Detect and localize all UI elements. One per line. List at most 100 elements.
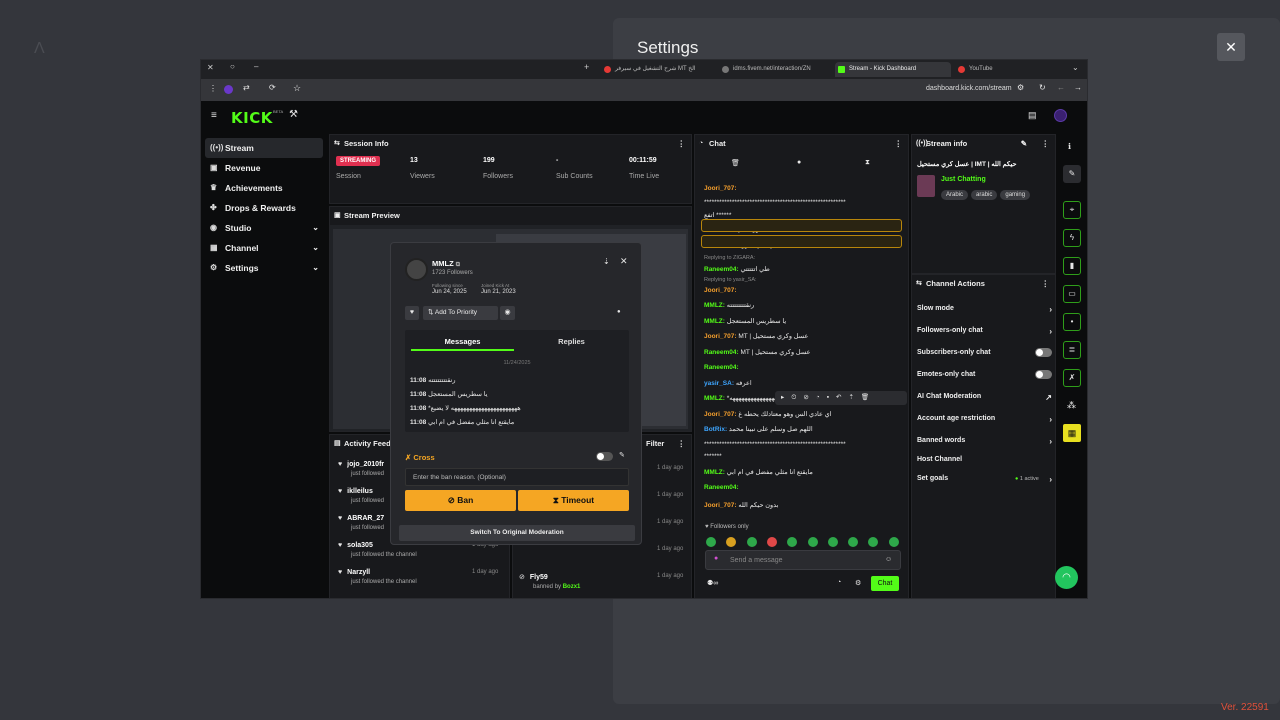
chat-username[interactable]: Raneem04: xyxy=(704,364,739,371)
sidebar-item-channel[interactable]: ▦ Channel ⌄ xyxy=(205,238,323,258)
chat-username[interactable]: MMLZ: xyxy=(704,318,725,325)
chat-settings-icon[interactable]: ◔ xyxy=(837,579,841,586)
subscribers-only-toggle[interactable] xyxy=(1035,348,1052,357)
hamburger-icon[interactable]: ≡ xyxy=(211,110,217,121)
emote-icon[interactable] xyxy=(766,537,777,547)
chat-username[interactable]: Raneem04: xyxy=(704,266,739,273)
gear-icon[interactable]: ⚙ xyxy=(855,579,861,587)
emote-icon[interactable] xyxy=(827,537,838,547)
ai-chat-moderation[interactable]: AI Chat Moderation ↗ xyxy=(917,393,1052,402)
close-icon[interactable]: ✕ xyxy=(620,256,628,267)
hourglass-icon[interactable]: ⧗ xyxy=(865,159,870,167)
emote-icon[interactable] xyxy=(807,537,818,547)
raid-icon[interactable]: ⌖ xyxy=(1063,201,1081,219)
more-icon[interactable]: ⋮ xyxy=(1042,135,1050,153)
follow-heart-button[interactable]: ♥ xyxy=(405,306,419,320)
gift-icon[interactable]: ▦ xyxy=(1063,424,1081,442)
host-channel[interactable]: Host Channel xyxy=(917,456,1052,463)
broadcast-icon[interactable]: • xyxy=(1063,313,1081,331)
notifications-icon[interactable]: ▤ xyxy=(1028,110,1037,121)
close-window-icon[interactable]: ✕ xyxy=(207,63,214,72)
tag[interactable]: arabic xyxy=(971,190,998,200)
copy-icon[interactable]: ⧉ xyxy=(456,262,460,268)
pencil-icon[interactable]: ✎ xyxy=(1063,165,1081,183)
add-priority-button[interactable]: ⇅ Add To Priority xyxy=(423,306,498,320)
extensions-icon[interactable]: ⇄ xyxy=(243,83,250,92)
hammer-icon[interactable]: ⚒ xyxy=(289,109,298,120)
wrench-icon[interactable]: ✗ xyxy=(1063,369,1081,387)
address-input[interactable]: dashboard.kick.com/stream xyxy=(926,85,1012,92)
cross-toggle[interactable] xyxy=(596,452,613,461)
more-icon[interactable]: ⋮ xyxy=(678,435,686,453)
mic-icon[interactable]: ● xyxy=(714,555,718,562)
chat-username[interactable]: Raneem04: xyxy=(704,484,739,491)
tab-3[interactable]: YouTube xyxy=(955,62,1065,77)
chat-username[interactable]: Joori_707: xyxy=(704,287,737,294)
back-icon[interactable]: ← xyxy=(1057,83,1065,92)
emote-icon[interactable] xyxy=(868,537,879,547)
chat-username[interactable]: BotRix: xyxy=(704,426,727,433)
clip-icon[interactable]: ▮ xyxy=(1063,257,1081,275)
sidebar-item-stream[interactable]: ((•)) Stream xyxy=(205,138,323,158)
close-icon[interactable]: ✕ xyxy=(1217,33,1245,61)
chat-username[interactable]: Joori_707: xyxy=(704,185,737,192)
chat-input[interactable]: ● Send a message ☺ xyxy=(705,550,901,570)
reload-icon[interactable]: ↻ xyxy=(1039,83,1046,92)
chat-username[interactable]: Joori_707: xyxy=(704,333,737,340)
mod-username[interactable]: Fly59 xyxy=(530,574,548,581)
feed-username[interactable]: Narzyll xyxy=(347,569,370,576)
sidebar-item-achievements[interactable]: ♛ Achievements xyxy=(205,178,323,198)
more-icon[interactable]: ⋮ xyxy=(1042,275,1050,293)
tab-replies[interactable]: Replies xyxy=(520,335,623,351)
emote-icon[interactable] xyxy=(746,537,757,547)
edit-icon[interactable]: ✎ xyxy=(619,451,625,459)
switch-moderation-button[interactable]: Switch To Original Moderation xyxy=(399,525,635,541)
trash-icon[interactable]: 🗑 xyxy=(731,159,740,167)
followers-only-chat[interactable]: Followers-only chat › xyxy=(917,327,1052,336)
chat-username[interactable]: MMLZ: xyxy=(704,302,725,309)
ban-button[interactable]: ⊘ Ban xyxy=(405,490,516,511)
tag[interactable]: Arabic xyxy=(941,190,969,200)
tab-menu-icon[interactable]: ⌄ xyxy=(1072,63,1079,72)
pin-icon[interactable]: ⇣ xyxy=(603,257,610,266)
menu-icon[interactable]: ⋮ xyxy=(209,84,217,93)
feed-username[interactable]: ABRAR_27 xyxy=(347,515,384,522)
profile-icon[interactable] xyxy=(224,85,233,94)
edit-icon[interactable]: ✎ xyxy=(1021,135,1027,153)
banned-words[interactable]: Banned words › xyxy=(917,437,1052,446)
set-goals[interactable]: Set goals ● 1 active › xyxy=(917,475,1052,484)
lightning-icon[interactable]: ϟ xyxy=(1063,229,1081,247)
sidebar-item-revenue[interactable]: ▣ Revenue xyxy=(205,158,323,178)
chat-username[interactable]: MMLZ: xyxy=(704,395,725,402)
avatar[interactable] xyxy=(1054,109,1067,122)
eye-icon[interactable]: ◉ xyxy=(500,306,515,320)
info-icon[interactable]: ℹ xyxy=(1068,142,1071,151)
minimize-window-icon[interactable]: – xyxy=(254,62,258,71)
star-icon[interactable]: ☆ xyxy=(293,83,301,94)
tab-2[interactable]: Stream - Kick Dashboard xyxy=(835,62,951,77)
tune-icon[interactable]: ⚙ xyxy=(1017,83,1024,92)
help-chat-icon[interactable]: ◠ xyxy=(1055,566,1078,589)
message-icon[interactable]: ▭ xyxy=(1063,285,1081,303)
emote-icon[interactable] xyxy=(706,537,716,547)
chat-bubble-icon[interactable]: ● xyxy=(797,159,801,166)
send-chat-button[interactable]: Chat xyxy=(871,576,899,591)
message-actions-toolbar[interactable]: ▸⏲⊘◔▪↶⇡🗑 xyxy=(775,391,907,405)
points-icon[interactable]: ⚉∞ xyxy=(707,579,718,587)
emoji-icon[interactable]: ☺ xyxy=(885,556,892,563)
tab-0[interactable]: شرح التشغيل في سيرفر MT الخ xyxy=(601,62,719,77)
chat-username[interactable]: Joori_707: xyxy=(704,502,737,509)
forward-icon[interactable]: → xyxy=(1074,83,1082,92)
chat-username[interactable]: yasir_SA: xyxy=(704,380,734,387)
sidebar-item-settings[interactable]: ⚙ Settings ⌄ xyxy=(205,258,323,278)
layers-icon[interactable]: ≣ xyxy=(1063,341,1081,359)
category-name[interactable]: Just Chatting xyxy=(941,176,986,183)
tag[interactable]: gaming xyxy=(1000,190,1031,200)
chat-username[interactable]: Raneem04: xyxy=(704,349,739,356)
more-icon[interactable]: ⋮ xyxy=(678,135,686,153)
chat-username[interactable]: Joori_707: xyxy=(704,411,737,418)
emote-icon[interactable] xyxy=(787,537,798,547)
new-tab-icon[interactable]: + xyxy=(584,62,589,72)
emote-icon[interactable] xyxy=(848,537,859,547)
mic-icon[interactable]: ● xyxy=(617,309,621,315)
